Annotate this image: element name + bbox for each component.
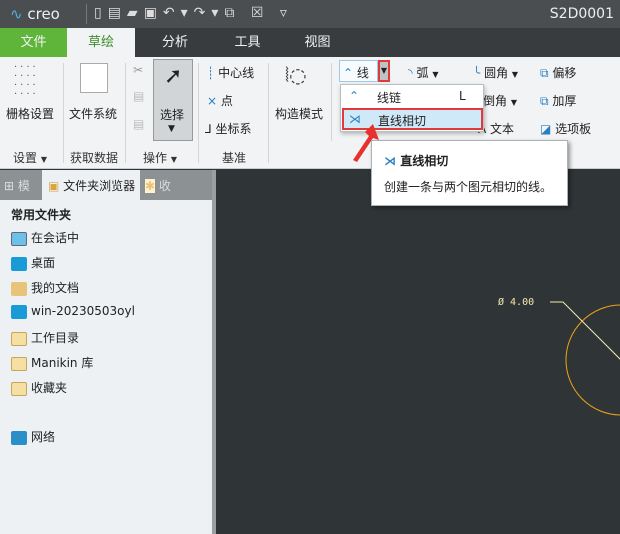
file-system-button[interactable]: 文件系统 [69, 105, 117, 122]
tab-file[interactable]: 文件 [0, 28, 67, 57]
point-icon: × [207, 94, 218, 108]
offset-icon: ⧉ [540, 66, 549, 80]
panel-tabs: ⊞ 模 ▣ 文件夹浏览器 ✱ 收 [0, 170, 212, 200]
coord-sys-icon: ⅃ [205, 122, 212, 136]
grid-icon: ···· ···· ···· ···· [14, 62, 39, 100]
palette-button[interactable]: 选项板 [555, 122, 591, 136]
folder-network[interactable]: 网络 [11, 428, 55, 445]
folder-in-session[interactable]: 在会话中 [11, 229, 79, 246]
tooltip-description: 创建一条与两个图元相切的线。 [384, 180, 553, 194]
arc-button[interactable]: 弧 [416, 66, 428, 80]
select-label: 选择 [160, 108, 185, 122]
folder-browser-panel: 常用文件夹 在会话中 桌面 我的文档 win-20230503oyl 工作目录 … [0, 200, 212, 534]
tab-tools[interactable]: 工具 [215, 28, 280, 57]
ribbon-tabs: 文件 草绘 分析 工具 视图 [0, 28, 620, 57]
construction-mode-icon: ⦚◌ [285, 63, 307, 87]
folder-browser-icon: ▣ [48, 179, 60, 193]
folder-my-documents[interactable]: 我的文档 [11, 279, 79, 296]
line-button[interactable]: ⌃ 线 [339, 60, 378, 82]
window-title: S2D0001 [549, 6, 614, 22]
tab-view[interactable]: 视图 [280, 28, 355, 57]
diameter-dimension[interactable]: Ø 4.00 [498, 296, 534, 308]
tab-sketch[interactable]: 草绘 [67, 28, 135, 57]
grid-settings-button[interactable]: 栅格设置 [6, 105, 54, 122]
tab-analysis[interactable]: 分析 [135, 28, 215, 57]
text-button[interactable]: 文本 [490, 122, 514, 136]
group-datum: 基准 [222, 151, 247, 165]
palette-icon: ◪ [540, 122, 552, 136]
line-tangent-icon: ⋊ [384, 154, 396, 168]
line-tangent-label: 直线相切 [378, 114, 427, 128]
cut-icon[interactable]: ✂ [133, 63, 143, 77]
library-folder-icon [11, 356, 27, 371]
paste-icon[interactable]: ▤ [133, 117, 144, 131]
fillet-button[interactable]: 圆角 [484, 66, 508, 80]
computer-icon [11, 304, 27, 319]
favorites-folder-icon [11, 381, 27, 396]
line-dropdown-button[interactable]: ▼ [378, 60, 390, 82]
copy-icon[interactable]: ▤ [133, 89, 144, 103]
chevron-down-icon: ▼ [168, 124, 175, 134]
desktop-icon [11, 256, 27, 271]
monitor-icon [11, 231, 27, 246]
folder-desktop[interactable]: 桌面 [11, 254, 55, 271]
network-icon [11, 430, 27, 445]
creo-logo: ∿ creo [10, 5, 60, 23]
tab-favorites[interactable]: ✱ 收 [145, 177, 171, 194]
folder-icon [11, 331, 27, 346]
line-chain-label: 线链 [377, 91, 402, 105]
tooltip: ⋊ 直线相切 创建一条与两个图元相切的线。 [371, 140, 568, 206]
folder-computer[interactable]: win-20230503oyl [11, 304, 135, 319]
menu-item-line-chain[interactable]: ⌃ 线链 L [341, 85, 483, 108]
tab-folder-browser[interactable]: ▣ 文件夹浏览器 [42, 170, 140, 200]
centerline-icon: ┊ [207, 66, 215, 80]
thicken-button[interactable]: 加厚 [552, 94, 576, 108]
tooltip-title: 直线相切 [400, 154, 449, 168]
file-system-icon [80, 63, 108, 93]
line-chain-icon: ⌃ [349, 89, 360, 103]
thicken-icon: ⧉ [540, 94, 549, 108]
dimension-leader [550, 301, 620, 360]
fillet-icon: ╰ [473, 66, 481, 80]
offset-button[interactable]: 偏移 [552, 66, 576, 80]
coord-sys-button[interactable]: 坐标系 [216, 122, 252, 136]
line-label: 线 [356, 66, 369, 80]
group-operations[interactable]: 操作 ▼ [143, 149, 177, 166]
sketch-canvas[interactable]: Ø 4.00 [216, 170, 620, 534]
folder-browser-tab-label: 文件夹浏览器 [63, 179, 136, 193]
folder-manikin-library[interactable]: Manikin 库 [11, 354, 93, 371]
group-settings[interactable]: 设置 ▼ [13, 149, 47, 166]
select-button[interactable]: ➚ 选择 ▼ [153, 59, 193, 141]
sketch-circle[interactable] [565, 304, 620, 416]
logo-text: creo [27, 5, 60, 23]
folder-working-directory[interactable]: 工作目录 [11, 329, 79, 346]
documents-icon [11, 281, 27, 296]
common-folders-heading: 常用文件夹 [11, 208, 72, 222]
shortcut-label: L [459, 89, 466, 103]
folder-favorites[interactable]: 收藏夹 [11, 379, 67, 396]
chamfer-button[interactable]: 倒角 [483, 94, 507, 108]
centerline-button[interactable]: 中心线 [218, 66, 254, 80]
cursor-icon: ➚ [164, 64, 183, 89]
point-button[interactable]: 点 [221, 94, 233, 108]
quick-access-toolbar[interactable]: ▯▤▰▣↶▾↷▾⧉ ☒ ▿ [94, 5, 293, 21]
arc-icon: ◝ [408, 66, 413, 80]
title-bar: ∿ creo ▯▤▰▣↶▾↷▾⧉ ☒ ▿ S2D0001 [0, 0, 620, 28]
group-get-data: 获取数据 [70, 151, 119, 165]
construction-mode-button[interactable]: 构造模式 [275, 105, 323, 122]
tab-model-tree[interactable]: ⊞ 模 [4, 177, 30, 194]
